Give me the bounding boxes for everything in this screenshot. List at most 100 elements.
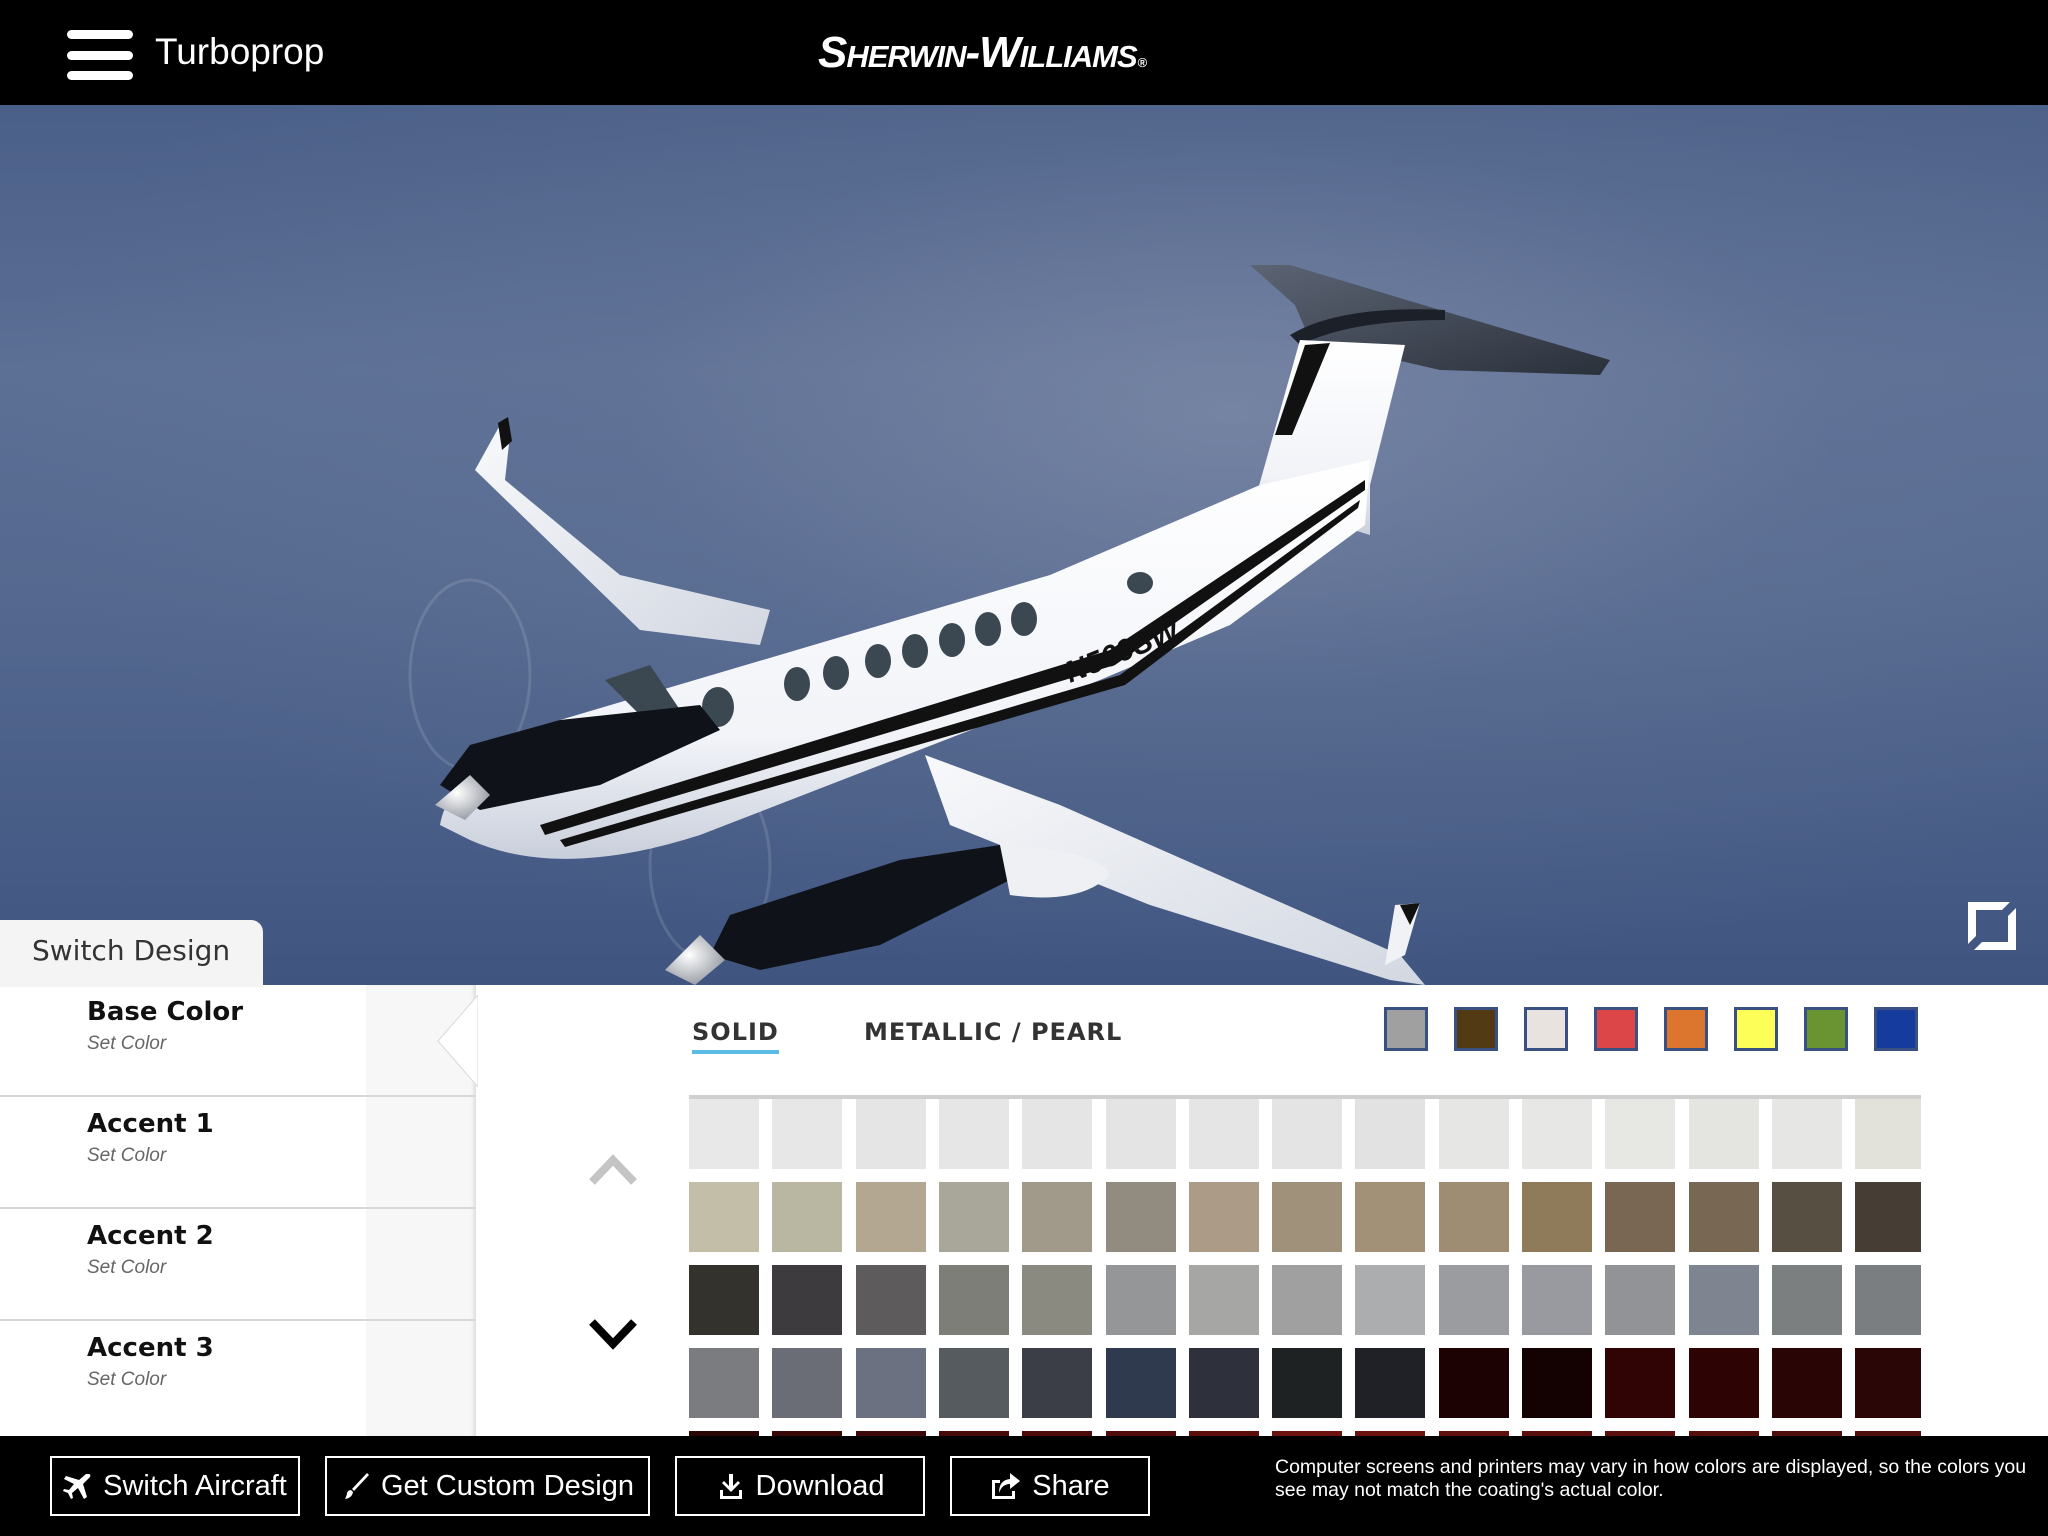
registered-mark: ® bbox=[1137, 55, 1148, 70]
cabin-window bbox=[939, 623, 965, 657]
color-swatch[interactable] bbox=[1689, 1182, 1759, 1252]
color-swatch[interactable] bbox=[1106, 1099, 1176, 1169]
color-swatch[interactable] bbox=[1355, 1265, 1425, 1335]
chevron-down-icon[interactable] bbox=[588, 1314, 638, 1354]
color-swatch[interactable] bbox=[1689, 1265, 1759, 1335]
chevron-up-icon[interactable] bbox=[588, 1150, 638, 1190]
color-swatch[interactable] bbox=[1272, 1348, 1342, 1418]
hamburger-menu-icon[interactable] bbox=[67, 30, 133, 80]
color-filter-yellow[interactable] bbox=[1734, 1007, 1778, 1051]
color-swatch[interactable] bbox=[772, 1182, 842, 1252]
color-swatch[interactable] bbox=[1605, 1099, 1675, 1169]
color-swatch[interactable] bbox=[1689, 1099, 1759, 1169]
download-button[interactable]: Download bbox=[675, 1456, 925, 1516]
color-swatch[interactable] bbox=[1439, 1265, 1509, 1335]
color-swatch[interactable] bbox=[689, 1099, 759, 1169]
color-swatch[interactable] bbox=[1855, 1182, 1921, 1252]
color-swatch[interactable] bbox=[1605, 1348, 1675, 1418]
color-swatch[interactable] bbox=[1355, 1348, 1425, 1418]
color-swatch[interactable] bbox=[1439, 1348, 1509, 1418]
color-swatch[interactable] bbox=[1022, 1348, 1092, 1418]
tab-metallic-pearl[interactable]: METALLIC / PEARL bbox=[864, 1018, 1122, 1046]
fullscreen-expand-icon[interactable] bbox=[1966, 900, 2018, 952]
color-filter-green[interactable] bbox=[1804, 1007, 1848, 1051]
color-swatch[interactable] bbox=[856, 1265, 926, 1335]
get-custom-design-button[interactable]: Get Custom Design bbox=[325, 1456, 650, 1516]
color-swatch[interactable] bbox=[1106, 1182, 1176, 1252]
color-swatch[interactable] bbox=[772, 1265, 842, 1335]
airplane-icon bbox=[63, 1474, 91, 1499]
color-swatch[interactable] bbox=[1772, 1182, 1842, 1252]
color-filter-red[interactable] bbox=[1594, 1007, 1638, 1051]
color-swatch[interactable] bbox=[1522, 1265, 1592, 1335]
color-filter-white[interactable] bbox=[1524, 1007, 1568, 1051]
aircraft-category-title: Turboprop bbox=[155, 31, 325, 72]
color-swatch[interactable] bbox=[939, 1182, 1009, 1252]
color-swatch[interactable] bbox=[939, 1099, 1009, 1169]
sidebar-item-accent-2[interactable]: Accent 2 Set Color bbox=[0, 1209, 476, 1321]
color-swatch[interactable] bbox=[1022, 1099, 1092, 1169]
color-swatch[interactable] bbox=[1189, 1265, 1259, 1335]
color-swatch[interactable] bbox=[1522, 1348, 1592, 1418]
button-label: Download bbox=[755, 1469, 885, 1502]
color-swatch[interactable] bbox=[1272, 1099, 1342, 1169]
color-swatch[interactable] bbox=[1855, 1265, 1921, 1335]
color-swatch[interactable] bbox=[1106, 1348, 1176, 1418]
color-swatch[interactable] bbox=[1772, 1265, 1842, 1335]
color-swatch[interactable] bbox=[1022, 1182, 1092, 1252]
share-button[interactable]: Share bbox=[950, 1456, 1150, 1516]
color-swatch[interactable] bbox=[1522, 1182, 1592, 1252]
color-swatch[interactable] bbox=[1189, 1348, 1259, 1418]
brand-logo: Sherwin-Williams® bbox=[818, 28, 1148, 78]
aircraft-3d-viewport[interactable]: N569SW bbox=[0, 105, 2048, 985]
color-swatch[interactable] bbox=[1605, 1265, 1675, 1335]
color-swatch[interactable] bbox=[939, 1348, 1009, 1418]
color-swatch[interactable] bbox=[1355, 1182, 1425, 1252]
color-filter-blue[interactable] bbox=[1874, 1007, 1918, 1051]
color-accuracy-disclaimer: Computer screens and printers may vary i… bbox=[1275, 1456, 2027, 1501]
cabin-window bbox=[1127, 572, 1153, 594]
sidebar-item-accent-3[interactable]: Accent 3 Set Color bbox=[0, 1321, 476, 1433]
color-swatch[interactable] bbox=[856, 1099, 926, 1169]
paintbrush-icon bbox=[344, 1473, 369, 1499]
color-swatch[interactable] bbox=[1855, 1099, 1921, 1169]
color-swatch[interactable] bbox=[1189, 1099, 1259, 1169]
color-filter-brown[interactable] bbox=[1454, 1007, 1498, 1051]
switch-aircraft-button[interactable]: Switch Aircraft bbox=[50, 1456, 300, 1516]
color-swatch[interactable] bbox=[1189, 1182, 1259, 1252]
color-swatch[interactable] bbox=[1355, 1099, 1425, 1169]
color-swatch[interactable] bbox=[1272, 1265, 1342, 1335]
color-swatch[interactable] bbox=[689, 1265, 759, 1335]
color-swatch[interactable] bbox=[772, 1348, 842, 1418]
color-swatch[interactable] bbox=[939, 1265, 1009, 1335]
color-swatch[interactable] bbox=[1689, 1348, 1759, 1418]
sidebar-item-accent-1[interactable]: Accent 1 Set Color bbox=[0, 1097, 476, 1209]
color-swatch[interactable] bbox=[1772, 1348, 1842, 1418]
color-filter-gray[interactable] bbox=[1384, 1007, 1428, 1051]
color-swatch[interactable] bbox=[689, 1182, 759, 1252]
color-swatch[interactable] bbox=[689, 1348, 759, 1418]
color-swatch[interactable] bbox=[856, 1182, 926, 1252]
color-swatch[interactable] bbox=[1272, 1182, 1342, 1252]
aircraft-render: N569SW bbox=[408, 265, 1610, 985]
cabin-window bbox=[975, 612, 1001, 646]
color-swatch[interactable] bbox=[1605, 1182, 1675, 1252]
slot-sublabel: Set Color bbox=[87, 1145, 167, 1166]
color-swatch[interactable] bbox=[1522, 1099, 1592, 1169]
color-swatch[interactable] bbox=[856, 1348, 926, 1418]
sidebar-item-base-color[interactable]: Base Color Set Color bbox=[0, 985, 478, 1097]
color-swatch[interactable] bbox=[1106, 1265, 1176, 1335]
color-swatch[interactable] bbox=[1772, 1099, 1842, 1169]
switch-design-tab[interactable]: Switch Design bbox=[0, 920, 263, 987]
color-swatch[interactable] bbox=[1022, 1265, 1092, 1335]
color-filter-orange[interactable] bbox=[1664, 1007, 1708, 1051]
slot-sublabel: Set Color bbox=[87, 1369, 167, 1390]
color-swatch[interactable] bbox=[1855, 1348, 1921, 1418]
tab-solid[interactable]: SOLID bbox=[692, 1018, 779, 1054]
active-item-pointer-icon bbox=[437, 995, 478, 1087]
share-icon bbox=[992, 1473, 1021, 1499]
color-swatch[interactable] bbox=[1439, 1182, 1509, 1252]
color-swatch[interactable] bbox=[772, 1099, 842, 1169]
color-swatch[interactable] bbox=[1439, 1099, 1509, 1169]
app-header: Turboprop Sherwin-Williams® bbox=[0, 0, 2048, 105]
